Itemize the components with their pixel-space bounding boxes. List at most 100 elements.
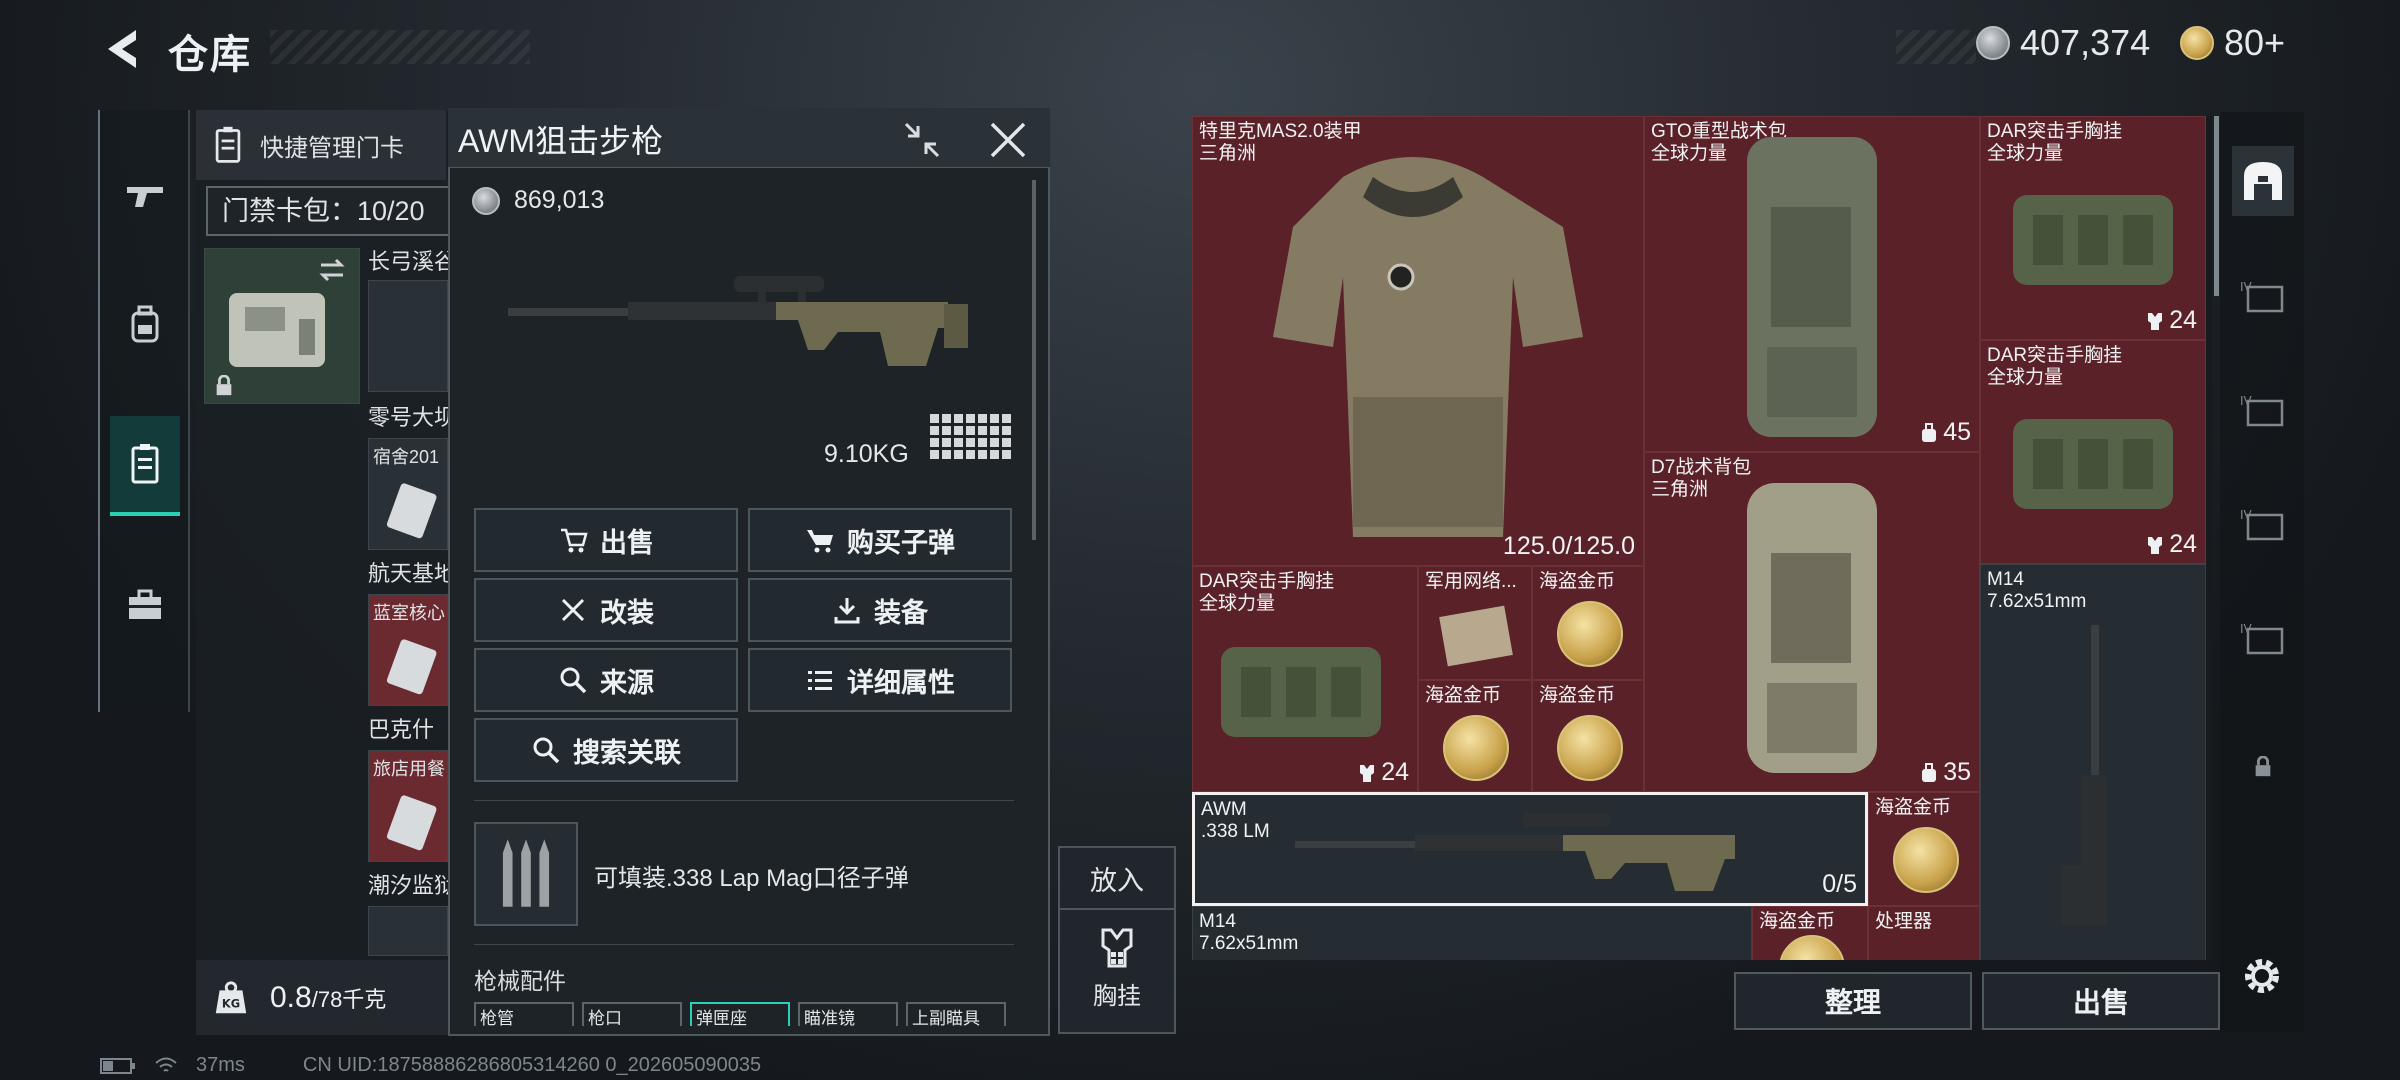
rifle-image	[2061, 625, 2107, 925]
ammo-slot[interactable]	[474, 822, 578, 926]
coin-image	[1557, 601, 1623, 667]
item-name: 海盗金币	[1539, 685, 1616, 706]
armor-item[interactable]: 特里克MAS2.0装甲 三角洲 125.0/125.0	[1192, 116, 1644, 566]
tab-weapons[interactable]	[110, 150, 180, 240]
item-name: DAR突击手胸挂 全球力量	[1199, 571, 1335, 614]
tab-storage-2[interactable]: IV	[2232, 376, 2294, 446]
weight-value: 0.8	[270, 980, 312, 1014]
pirate-coin-item[interactable]: 海盗金币	[1532, 680, 1644, 792]
swap-icon[interactable]	[317, 255, 347, 290]
processor-item[interactable]: 处理器	[1868, 906, 1980, 960]
coin-image	[1557, 715, 1623, 781]
currency-stripe	[1896, 30, 1976, 64]
item-size-grid-icon	[930, 414, 1014, 467]
pirate-coin-item[interactable]: 海盗金币	[1868, 792, 1980, 906]
pirate-coin-item[interactable]: 海盗金币	[1532, 566, 1644, 680]
ping-text: 37ms	[196, 1054, 245, 1076]
tab-equipment[interactable]	[110, 280, 180, 370]
settings-gear-icon[interactable]	[2238, 952, 2286, 1005]
vest-icon	[1101, 928, 1133, 968]
attachment-tab-scope[interactable]: 瞄准镜	[798, 1002, 898, 1026]
dar-vest-item[interactable]: DAR突击手胸挂 全球力量 24	[1192, 566, 1418, 792]
d7-bag-count: 35	[1919, 758, 1971, 787]
weight-unit: /78千克	[311, 986, 387, 1012]
sell-all-button[interactable]: 出售	[1982, 972, 2220, 1030]
tab-keycards[interactable]	[110, 416, 180, 516]
vest-label: 胸挂	[1093, 983, 1141, 1010]
keycard-slot[interactable]: 宿舍201	[368, 438, 448, 550]
details-button[interactable]: 详细属性	[748, 648, 1012, 712]
awm-image	[1295, 813, 1735, 891]
back-arrow-icon[interactable]	[96, 22, 150, 76]
keycard-group-label: 潮汐监狱	[368, 873, 448, 898]
collapse-icon[interactable]	[900, 118, 944, 167]
tab-warehouse-home[interactable]	[2232, 146, 2294, 216]
keycard-slot[interactable]	[368, 906, 448, 956]
m14-item[interactable]: M14 7.62x51mm	[1980, 564, 2206, 960]
attachment-tab-barrel[interactable]: 枪管	[474, 1002, 574, 1026]
sell-label: 出售	[600, 527, 654, 558]
attachment-tab-subsight[interactable]: 上副瞄具	[906, 1002, 1006, 1026]
source-button[interactable]: 来源	[474, 648, 738, 712]
pirate-coin-item[interactable]: 海盗金币	[1752, 906, 1868, 960]
dar-vest-item[interactable]: DAR突击手胸挂 全球力量 24	[1980, 116, 2206, 340]
network-module-item[interactable]: 军用网络...	[1418, 566, 1532, 680]
list-icon	[808, 671, 832, 690]
gold-amount: 80+	[2224, 22, 2286, 63]
pirate-coin-item[interactable]: 海盗金币	[1418, 680, 1532, 792]
weight-bar: KG 0.8/78千克	[196, 960, 450, 1035]
divider	[474, 800, 1014, 801]
keycard-slot[interactable]: 蓝室核心	[368, 594, 448, 706]
armor-durability: 125.0/125.0	[1502, 532, 1635, 560]
dar-vest-item[interactable]: DAR突击手胸挂 全球力量 24	[1980, 340, 2206, 564]
vest-slot[interactable]: 胸挂	[1060, 910, 1174, 1011]
gold-currency[interactable]: 80+	[2180, 22, 2285, 64]
search-related-button[interactable]: 搜索关联	[474, 718, 738, 782]
toolbox-icon	[129, 589, 161, 619]
organize-button[interactable]: 整理	[1734, 972, 1972, 1030]
item-weight: 9.10KG	[824, 440, 909, 468]
keycard-icon	[131, 444, 159, 484]
sell-button[interactable]: 出售	[474, 508, 738, 572]
item-name: AWM .338 LM	[1201, 799, 1270, 842]
keycard-group-label: 长弓溪谷	[368, 249, 448, 274]
attachment-tab-muzzle[interactable]: 枪口	[582, 1002, 682, 1026]
gto-bag-count: 45	[1919, 418, 1971, 447]
tab-storage-locked[interactable]	[2232, 732, 2294, 802]
m14-item[interactable]: M14 7.62x51mm	[1192, 906, 1752, 960]
put-in-label: 放入	[1060, 848, 1174, 910]
bullets-icon	[502, 839, 550, 907]
keycard-slot[interactable]	[368, 280, 448, 392]
equip-button[interactable]: 装备	[748, 578, 1012, 642]
tab-misc[interactable]	[110, 560, 180, 650]
detail-scrollbar[interactable]	[1032, 180, 1036, 540]
item-name: 海盗金币	[1539, 571, 1616, 592]
modify-button[interactable]: 改装	[474, 578, 738, 642]
gto-bag-item[interactable]: GTO重型战术包 全球力量 45	[1644, 116, 1980, 452]
status-bar: 37ms CN UID:18758886286805314260 0_20260…	[100, 1054, 761, 1077]
keycard-slot[interactable]: 旅店用餐	[368, 750, 448, 862]
gold-coin-icon	[2180, 26, 2214, 60]
quick-manage-button[interactable]: 快捷管理门卡	[196, 110, 446, 180]
page-title: 仓库	[168, 33, 252, 77]
header-stripe	[270, 30, 530, 64]
tab-storage-3[interactable]: IV	[2232, 490, 2294, 560]
d7-bag-item[interactable]: D7战术背包 三角洲 35	[1644, 452, 1980, 792]
item-name: 军用网络...	[1425, 571, 1517, 592]
source-label: 来源	[600, 667, 654, 698]
close-icon[interactable]	[986, 118, 1030, 167]
keycard-bag-slot[interactable]	[204, 248, 360, 404]
category-tabs	[98, 110, 190, 712]
awm-ammo-count: 0/5	[1822, 870, 1857, 898]
svg-text:IV: IV	[2240, 508, 2253, 522]
buy-ammo-button[interactable]: 购买子弹	[748, 508, 1012, 572]
tab-storage-4[interactable]: IV	[2232, 604, 2294, 674]
grid-scrollbar[interactable]	[2214, 116, 2219, 296]
put-in-panel[interactable]: 放入 胸挂	[1058, 846, 1176, 1034]
buy-ammo-label: 购买子弹	[847, 527, 955, 558]
tab-storage-1[interactable]: IV	[2232, 262, 2294, 332]
attachments-title: 枪械配件	[474, 968, 566, 994]
attachment-tab-magwell[interactable]: 弹匣座	[690, 1002, 790, 1026]
awm-item-selected[interactable]: AWM .338 LM 0/5	[1192, 792, 1868, 906]
search-related-label: 搜索关联	[573, 737, 681, 768]
